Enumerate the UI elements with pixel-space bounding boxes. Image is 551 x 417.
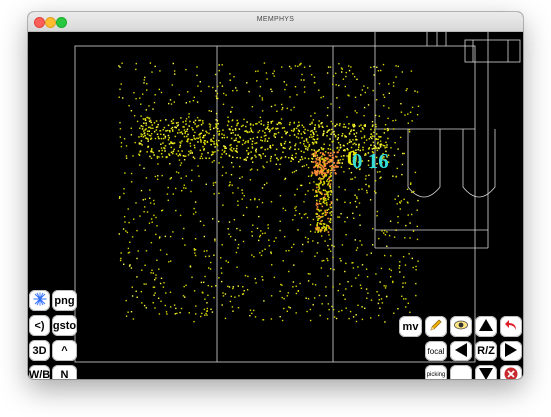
eye-icon [453,317,469,336]
picking-button[interactable]: picking [425,365,447,379]
arrow-right-icon [504,342,518,361]
gsto-button[interactable]: gsto [52,315,77,336]
track-overlay: 0 0 16 [347,146,389,173]
n-button[interactable]: N [52,365,77,379]
detector-scene: 0 0 16 [28,32,523,379]
close-viewer-button[interactable] [500,365,522,379]
view-3d-button[interactable]: 3D [29,340,50,361]
track-label: 0 16 [352,149,389,173]
edit-button[interactable] [425,316,447,337]
undo-button[interactable] [500,316,522,337]
black-white-toggle-button[interactable]: W/B [29,365,50,379]
blue-star-icon [33,292,47,309]
caret-up-button[interactable]: ^ [52,340,77,361]
angle-button[interactable]: <) [29,315,50,336]
arrow-up-icon [478,318,494,335]
pan-down-button[interactable] [475,365,497,379]
view-camera-button[interactable] [450,316,472,337]
window-title: MEMPHYS [256,16,295,23]
close-icon [504,367,518,379]
pick-tool-button[interactable] [29,290,50,311]
undo-arrow-icon [504,318,518,335]
blank-button[interactable] [450,365,472,379]
app-window: MEMPHYS 0 0 16 png <) gsto 3D ^ W/B N mv… [28,12,523,379]
pencil-icon [428,317,444,336]
arrow-left-icon [454,342,468,361]
title-bar: MEMPHYS [28,12,523,32]
pan-right-button[interactable] [500,341,522,361]
arrow-down-icon [478,367,494,379]
focal-button[interactable]: focal [425,341,447,361]
pan-left-button[interactable] [450,341,472,361]
event-display-viewer[interactable]: 0 0 16 png <) gsto 3D ^ W/B N mv focal R… [28,32,523,379]
pan-up-button[interactable] [475,316,497,337]
rotate-z-button[interactable]: R/Z [475,341,497,361]
move-mode-button[interactable]: mv [399,316,422,337]
png-export-button[interactable]: png [52,290,77,311]
